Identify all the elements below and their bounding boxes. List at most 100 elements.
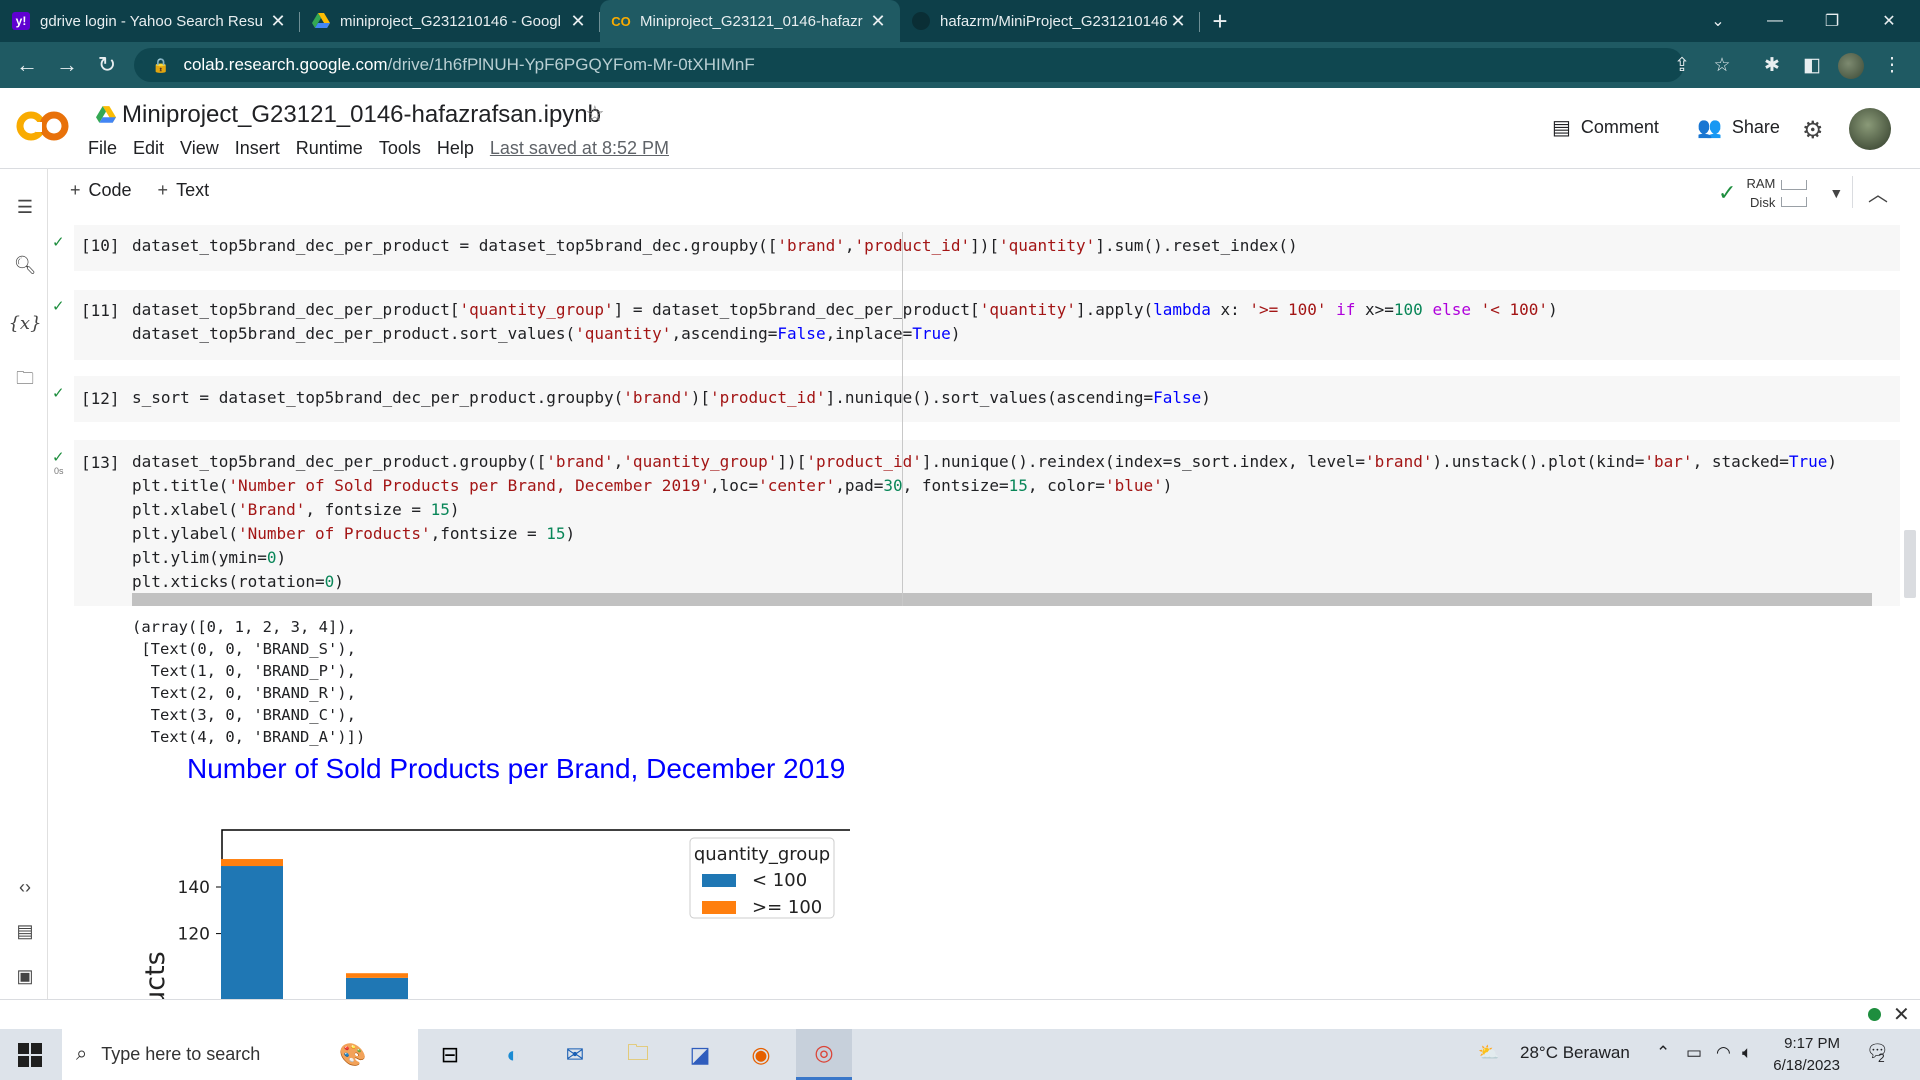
legend-swatch bbox=[702, 901, 736, 914]
y-tick-label: 120 bbox=[178, 925, 210, 945]
tab-title: miniproject_G231210146 - Googl bbox=[340, 12, 561, 30]
weather-icon[interactable]: ⛅ bbox=[1478, 1043, 1499, 1063]
close-status-icon[interactable]: ✕ bbox=[1893, 1002, 1910, 1027]
task-view-icon[interactable]: ⊟ bbox=[422, 1029, 478, 1080]
runtime-status-dot[interactable] bbox=[1868, 1008, 1881, 1021]
notification-center-icon[interactable]: 💬︎ 2 bbox=[1866, 1041, 1892, 1067]
left-sidebar: ☰ 🔍︎ {x} 🗀 ‹› ▤ ▣ bbox=[0, 168, 48, 999]
cell-10-code[interactable]: dataset_top5brand_dec_per_product = data… bbox=[132, 234, 1298, 258]
table-of-contents-icon[interactable]: ☰ bbox=[12, 194, 38, 220]
url-path: /drive/1h6fPlNUH-YpF6PGQYFom-Mr-0tXHIMnF bbox=[387, 55, 755, 74]
weather-text[interactable]: 28°C Berawan bbox=[1520, 1043, 1630, 1063]
side-panel-icon[interactable]: ◧ bbox=[1798, 50, 1826, 80]
menu-edit[interactable]: Edit bbox=[133, 138, 164, 159]
mail-icon[interactable]: ✉ bbox=[547, 1029, 603, 1080]
file-explorer-icon[interactable]: 🗀 bbox=[610, 1029, 666, 1080]
clock-date: 6/18/2023 bbox=[1773, 1057, 1840, 1074]
cell-13-code[interactable]: dataset_top5brand_dec_per_product.groupb… bbox=[132, 450, 1837, 594]
bar-chart: 120 140 ducts quantity_group < 100 >= 100 bbox=[140, 829, 850, 1000]
tab-search-chevron-icon[interactable]: ⌄ bbox=[1690, 0, 1746, 42]
close-tab-icon[interactable]: ✕ bbox=[868, 11, 888, 32]
execution-time: 0s bbox=[54, 466, 64, 476]
minimize-button[interactable]: — bbox=[1747, 0, 1803, 42]
edge-browser-icon[interactable]: ◐ bbox=[485, 1029, 541, 1080]
windows-start-icon[interactable] bbox=[18, 1043, 42, 1067]
horizontal-scrollbar[interactable] bbox=[132, 593, 1872, 606]
search-icon[interactable]: 🔍︎ bbox=[12, 252, 38, 278]
menu-file[interactable]: File bbox=[88, 138, 117, 159]
new-tab-button[interactable]: + bbox=[1200, 0, 1240, 42]
back-arrow-icon[interactable]: ← bbox=[12, 50, 42, 80]
reload-icon[interactable]: ↻ bbox=[92, 50, 122, 80]
share-page-icon[interactable]: ⇪ bbox=[1668, 50, 1696, 80]
command-palette-icon[interactable]: ▤ bbox=[12, 918, 38, 944]
tab-title: gdrive login - Yahoo Search Resu bbox=[40, 12, 263, 30]
app-icon[interactable]: ◪ bbox=[672, 1029, 728, 1080]
y-tick-label: 140 bbox=[178, 878, 210, 898]
meet-now-icon[interactable]: ▭ bbox=[1686, 1043, 1702, 1063]
menu-runtime[interactable]: Runtime bbox=[296, 138, 363, 159]
code-snippets-icon[interactable]: ‹› bbox=[12, 874, 38, 900]
browser-menu-icon[interactable]: ⋮ bbox=[1878, 50, 1906, 80]
notebook-title[interactable]: Miniproject_G23121_0146-hafazrafsan.ipyn… bbox=[96, 101, 601, 129]
search-icon: ⌕ bbox=[76, 1043, 88, 1065]
windows-taskbar: ⌕ Type here to search 🎨 ⊟ ◐ ✉ 🗀 ◪ ◉ ◎ ⛅ … bbox=[0, 1029, 1920, 1080]
taskbar-clock[interactable]: 9:17 PM 6/18/2023 bbox=[1760, 1033, 1840, 1077]
chrome-icon[interactable]: ◎ bbox=[796, 1029, 852, 1080]
files-folder-icon[interactable]: 🗀 bbox=[12, 368, 38, 394]
restore-button[interactable]: ❐ bbox=[1804, 0, 1860, 42]
collapse-header-icon[interactable]: ︿ bbox=[1868, 178, 1888, 207]
star-notebook-icon[interactable]: ☆ bbox=[585, 101, 605, 127]
runtime-dropdown-icon[interactable]: ▼ bbox=[1829, 185, 1843, 201]
colab-logo[interactable] bbox=[16, 106, 70, 146]
account-avatar[interactable] bbox=[1849, 108, 1891, 150]
terminal-icon[interactable]: ▣ bbox=[12, 963, 38, 989]
browser-profile-avatar[interactable] bbox=[1838, 53, 1864, 79]
tray-chevron-icon[interactable]: ⌃ bbox=[1656, 1043, 1670, 1063]
browser-tab-drive[interactable]: miniproject_G231210146 - Googl ✕ bbox=[300, 0, 600, 42]
close-tab-icon[interactable]: ✕ bbox=[1168, 11, 1188, 32]
cell-11-code[interactable]: dataset_top5brand_dec_per_product['quant… bbox=[132, 298, 1558, 346]
search-highlight-icon[interactable]: 🎨 bbox=[325, 1029, 381, 1080]
yahoo-icon: y! bbox=[12, 12, 30, 30]
extensions-puzzle-icon[interactable]: ✱ bbox=[1758, 50, 1786, 80]
variables-icon[interactable]: {x} bbox=[8, 310, 41, 336]
y-axis-label: ducts bbox=[140, 951, 171, 1000]
settings-gear-icon[interactable]: ⚙ bbox=[1802, 116, 1824, 145]
browser-tab-yahoo[interactable]: y! gdrive login - Yahoo Search Resu ✕ bbox=[0, 0, 300, 42]
google-drive-icon bbox=[96, 106, 116, 123]
resource-monitor[interactable]: ✓ RAM Disk ▼ bbox=[1718, 174, 1843, 212]
forward-arrow-icon[interactable]: → bbox=[52, 50, 82, 80]
share-label: Share bbox=[1731, 117, 1780, 137]
volume-icon[interactable]: 🔈︎ bbox=[1742, 1043, 1752, 1063]
browser-tab-colab[interactable]: CO Miniproject_G23121_0146-hafazr ✕ bbox=[600, 0, 900, 42]
add-text-button[interactable]: + Text bbox=[158, 180, 210, 201]
vertical-scrollbar[interactable] bbox=[1904, 530, 1916, 598]
menu-help[interactable]: Help bbox=[437, 138, 474, 159]
last-saved-link[interactable]: Last saved at 8:52 PM bbox=[490, 138, 669, 159]
url-bar[interactable]: 🔒 colab.research.google.com/drive/1h6fPl… bbox=[134, 48, 1684, 82]
bookmark-star-icon[interactable]: ☆ bbox=[1708, 50, 1736, 80]
run-success-check-icon: ✓ bbox=[52, 385, 65, 402]
menu-tools[interactable]: Tools bbox=[379, 138, 421, 159]
menu-insert[interactable]: Insert bbox=[235, 138, 280, 159]
firefox-icon[interactable]: ◉ bbox=[733, 1029, 789, 1080]
close-tab-icon[interactable]: ✕ bbox=[268, 11, 288, 32]
execution-count: [12] bbox=[81, 389, 120, 408]
url-host: colab.research.google.com bbox=[183, 55, 388, 74]
close-window-button[interactable]: ✕ bbox=[1861, 0, 1917, 42]
comment-icon: ▤ bbox=[1552, 117, 1571, 139]
comment-button[interactable]: ▤ Comment bbox=[1552, 115, 1659, 140]
cell-12-code[interactable]: s_sort = dataset_top5brand_dec_per_produ… bbox=[132, 386, 1211, 410]
menu-view[interactable]: View bbox=[180, 138, 219, 159]
add-code-button[interactable]: + Code bbox=[70, 180, 132, 201]
close-tab-icon[interactable]: ✕ bbox=[568, 11, 588, 32]
share-button[interactable]: 👥 Share bbox=[1697, 115, 1780, 140]
browser-tab-github[interactable]: hafazrm/MiniProject_G231210146 ✕ bbox=[900, 0, 1200, 42]
wifi-icon[interactable]: ◠ bbox=[1716, 1043, 1731, 1063]
bar-BRAND_P-lt100 bbox=[346, 977, 408, 1000]
execution-count: [11] bbox=[81, 301, 120, 320]
colab-icon: CO bbox=[611, 13, 631, 29]
notebook-title-text[interactable]: Miniproject_G23121_0146-hafazrafsan.ipyn… bbox=[122, 101, 601, 129]
ram-label: RAM bbox=[1746, 176, 1776, 191]
